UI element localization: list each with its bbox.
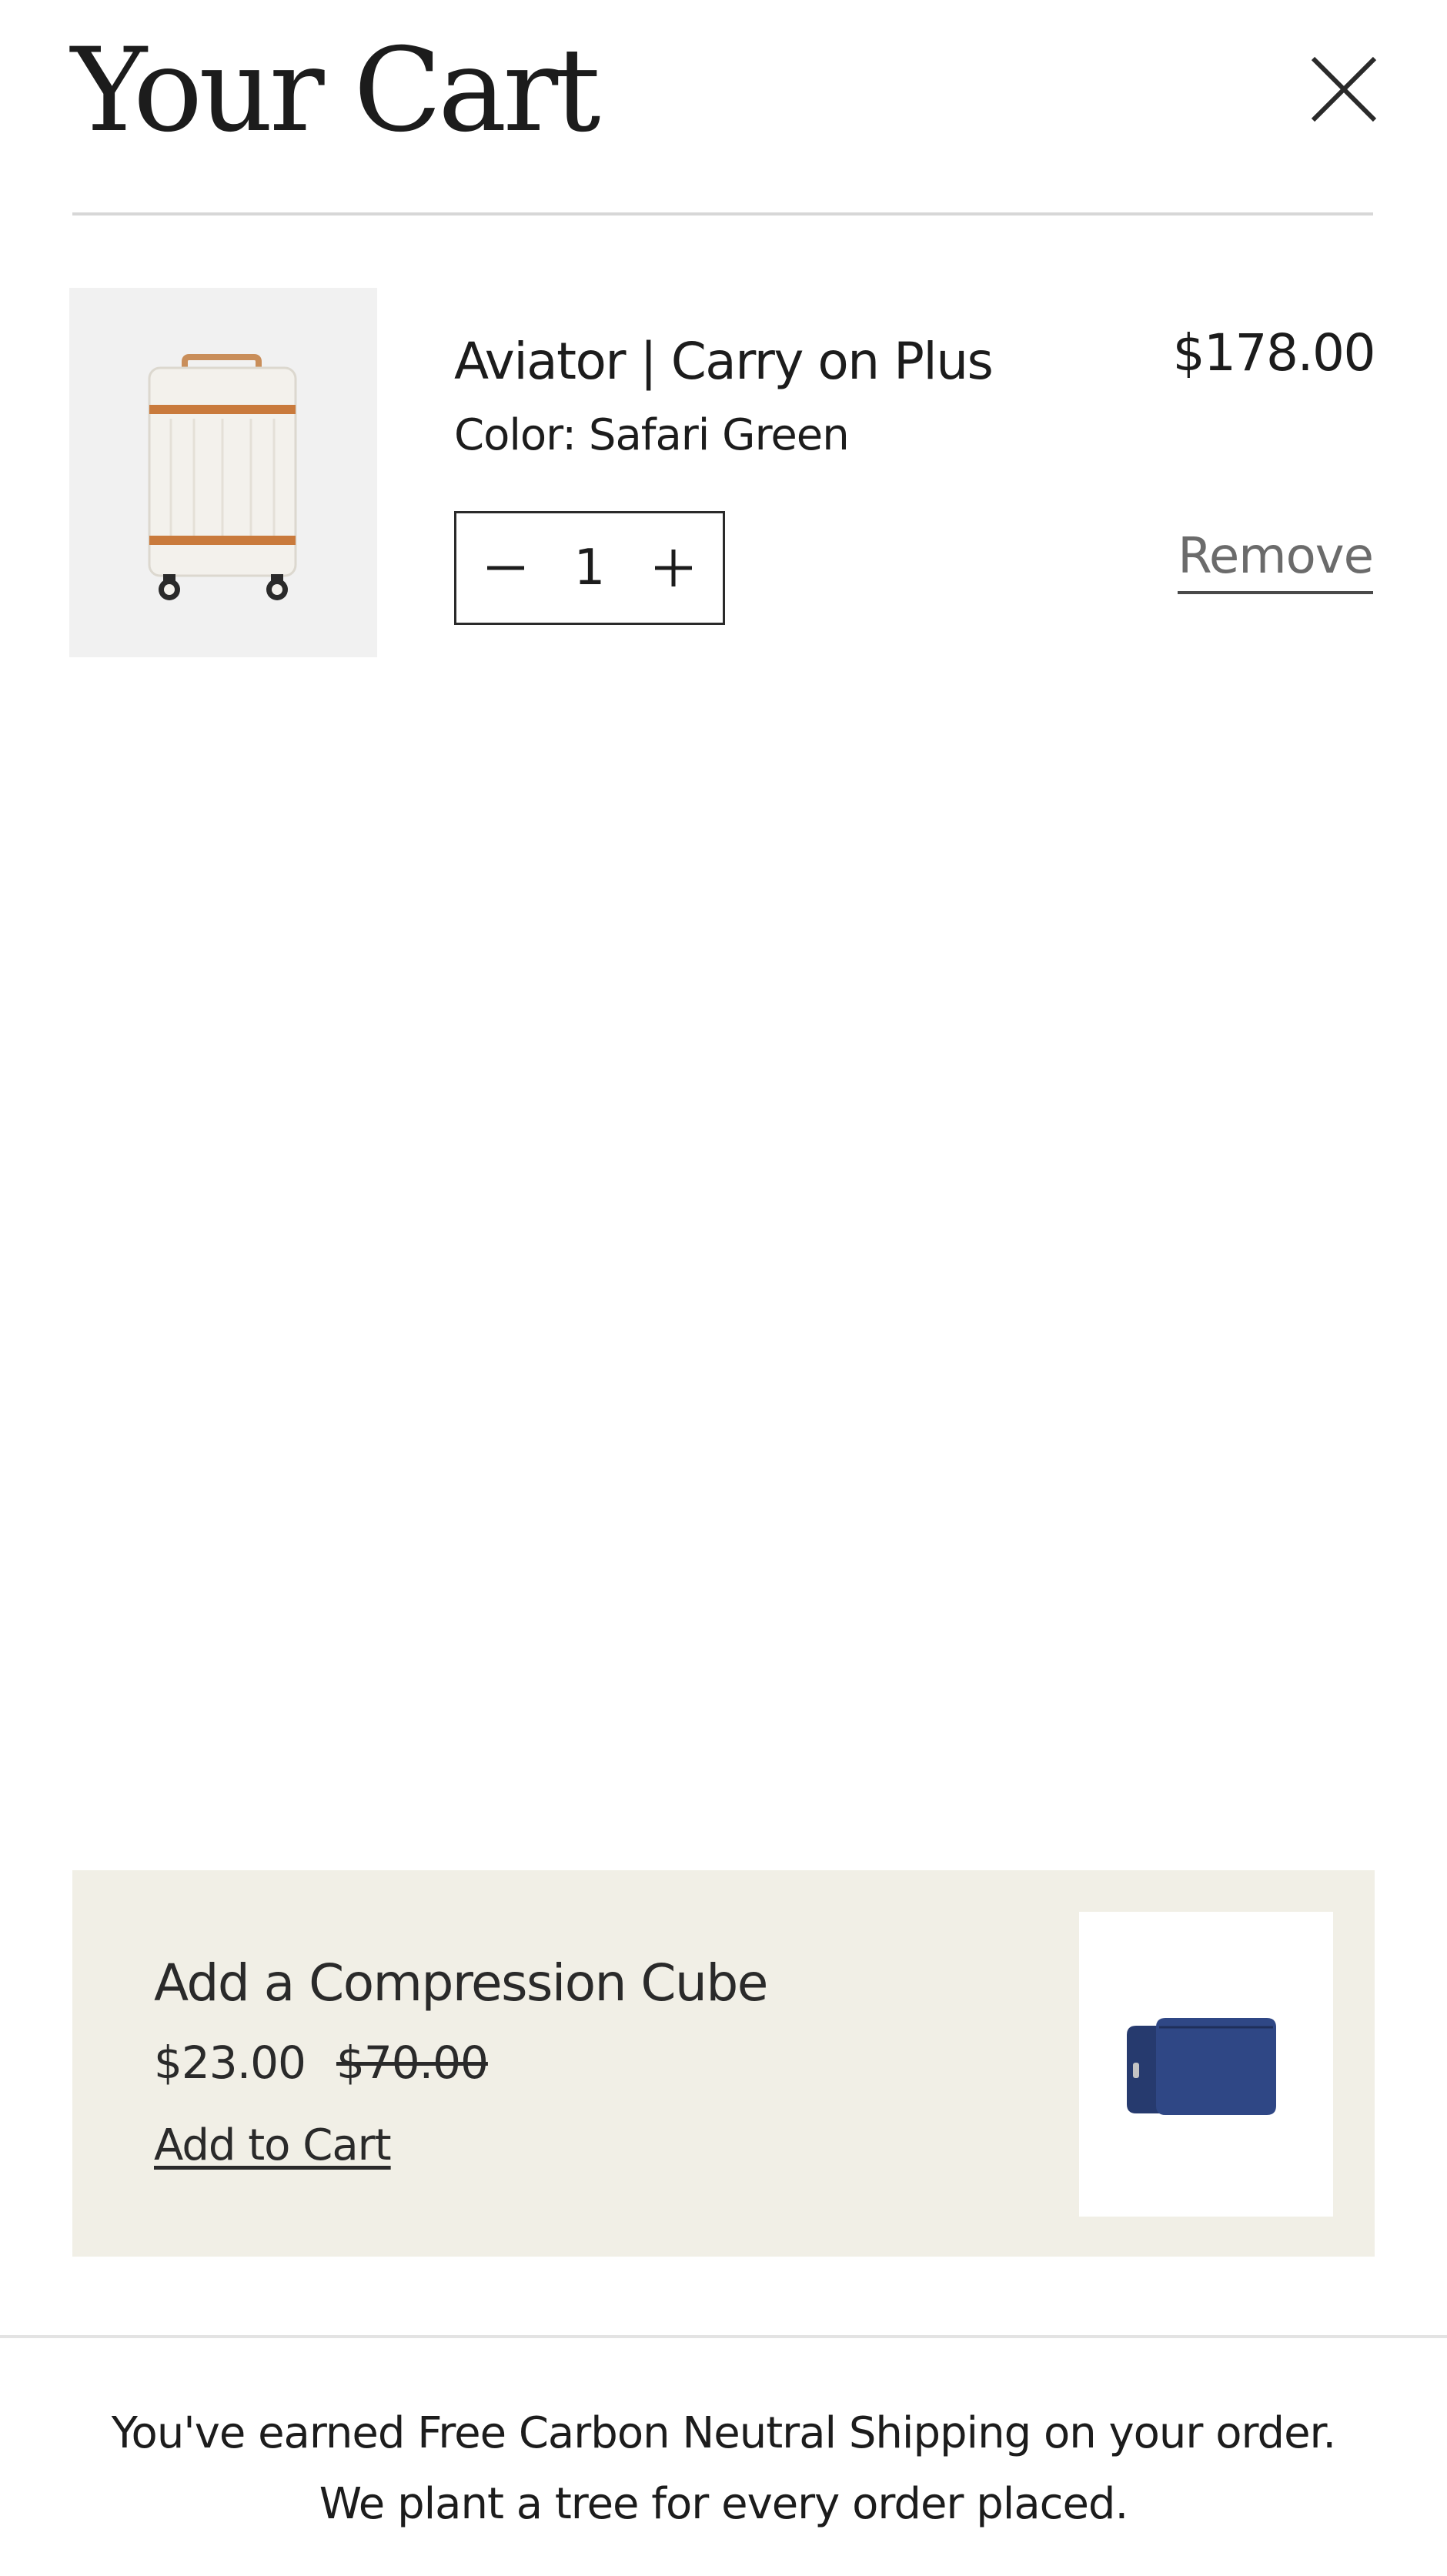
plus-icon — [655, 550, 692, 586]
upsell-compare-price: $70.00 — [336, 2036, 489, 2089]
upsell-card: Add a Compression Cube $23.00 $70.00 Add … — [72, 1870, 1375, 2257]
close-button[interactable] — [1305, 51, 1382, 128]
close-icon — [1311, 56, 1377, 122]
upsell-sale-price: $23.00 — [154, 2036, 306, 2089]
shipping-message-line-2: We plant a tree for every order placed. — [319, 2479, 1129, 2529]
suitcase-image — [148, 354, 297, 600]
cart-title: Your Cart — [71, 24, 600, 158]
shipping-message: You've earned Free Carbon Neutral Shippi… — [0, 2398, 1447, 2540]
upsell-prices: $23.00 $70.00 — [154, 2032, 489, 2093]
minus-icon — [487, 566, 524, 570]
quantity-value: 1 — [573, 540, 606, 596]
upsell-product-image[interactable] — [1079, 1912, 1333, 2217]
footer-divider — [0, 2335, 1447, 2338]
header-divider — [72, 212, 1373, 216]
upsell-add-to-cart-button[interactable]: Add to Cart — [154, 2117, 392, 2175]
product-variant: Color: Safari Green — [454, 410, 850, 460]
product-name[interactable]: Aviator | Carry on Plus — [454, 327, 994, 396]
increase-quantity-button[interactable] — [646, 540, 701, 596]
quantity-stepper: 1 — [454, 511, 725, 625]
decrease-quantity-button[interactable] — [478, 540, 533, 596]
product-price: $178.00 — [1172, 323, 1376, 383]
product-image[interactable] — [69, 288, 377, 657]
compression-cube-image — [1127, 2018, 1276, 2115]
shipping-message-line-1: You've earned Free Carbon Neutral Shippi… — [111, 2408, 1336, 2458]
upsell-title: Add a Compression Cube — [154, 1953, 768, 2013]
remove-button[interactable]: Remove — [1178, 522, 1374, 594]
